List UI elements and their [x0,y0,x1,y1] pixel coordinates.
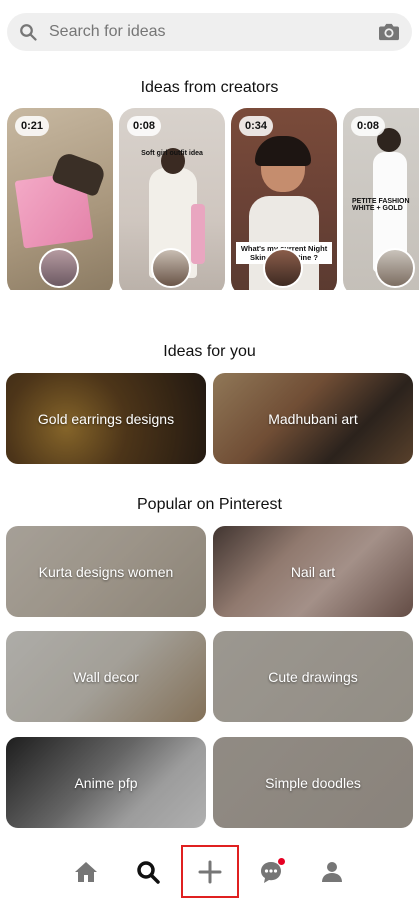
plus-icon [198,860,222,883]
idea-tile-label: Gold earrings designs [37,410,175,427]
popular-tile[interactable]: Kurta designs women [6,526,206,617]
popular-tile-label: Kurta designs women [38,563,174,580]
profile-icon [322,861,342,882]
nav-create[interactable] [181,845,239,898]
popular-tile-label: Simple doodles [265,774,361,791]
popular-tile[interactable]: Simple doodles [213,737,413,828]
creator-avatar[interactable] [375,248,415,288]
popular-tile-label: Cute drawings [268,668,358,685]
camera-icon[interactable] [378,22,400,42]
video-duration: 0:08 [351,116,386,136]
creators-carousel[interactable]: 0:21 Soft girl outfit idea 0:08 What's m… [0,108,419,290]
search-bar[interactable]: Search for ideas [7,13,412,51]
popular-tile[interactable]: Anime pfp [6,737,206,828]
pin-overlay-text: PETITE FASHION WHITE + GOLD [352,198,410,212]
nav-home[interactable] [61,845,111,898]
idea-tile[interactable]: Madhubani art [213,373,413,464]
nav-search[interactable] [123,845,173,898]
popular-tile[interactable]: Nail art [213,526,413,617]
idea-tile[interactable]: Gold earrings designs [6,373,206,464]
creator-avatar[interactable] [263,248,303,288]
bottom-nav [0,845,419,898]
creator-avatar[interactable] [151,248,191,288]
popular-section-title: Popular on Pinterest [137,496,282,513]
video-duration: 0:08 [127,116,162,136]
pin-overlay-text: Soft girl outfit idea [141,150,203,157]
home-icon [75,861,97,882]
nav-profile[interactable] [307,845,357,898]
search-input[interactable]: Search for ideas [49,23,166,41]
video-duration: 0:34 [239,116,274,136]
creators-section-title: Ideas from creators [140,79,279,96]
search-icon [20,24,37,41]
video-duration: 0:21 [15,116,50,136]
idea-tile-label: Madhubani art [268,410,358,427]
popular-tile[interactable]: Cute drawings [213,631,413,722]
popular-tile-label: Anime pfp [74,774,138,791]
creator-avatar[interactable] [39,248,79,288]
search-icon [137,860,160,884]
nav-messages[interactable] [246,845,296,898]
popular-tile-label: Nail art [290,563,336,580]
notification-dot [278,858,285,865]
popular-tile[interactable]: Wall decor [6,631,206,722]
popular-tile-label: Wall decor [73,668,139,685]
for-you-section-title: Ideas for you [163,343,256,360]
